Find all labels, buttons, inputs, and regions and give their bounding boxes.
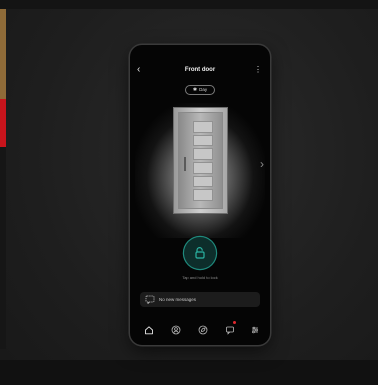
message-icon bbox=[145, 295, 155, 304]
messages-card[interactable]: No new messages bbox=[140, 292, 260, 307]
nav-profile[interactable] bbox=[171, 322, 181, 335]
nav-settings[interactable] bbox=[250, 322, 260, 334]
more-options-icon[interactable]: ⋮ bbox=[254, 63, 262, 77]
door-panel bbox=[178, 112, 223, 209]
top-bezel bbox=[0, 0, 378, 9]
notifications-icon bbox=[226, 326, 234, 335]
unlocked-padlock-icon bbox=[195, 247, 205, 259]
page-title: Front door bbox=[184, 67, 216, 73]
nav-notifications[interactable] bbox=[225, 321, 236, 335]
door-handle bbox=[184, 157, 186, 171]
door-glass-strip bbox=[193, 121, 213, 202]
mode-chip-label: Day bbox=[199, 87, 208, 92]
nav-home[interactable] bbox=[144, 322, 154, 335]
star-icon: ✱ bbox=[192, 87, 198, 93]
left-edge-red-panel bbox=[0, 99, 6, 147]
home-icon bbox=[145, 326, 153, 335]
door-image[interactable] bbox=[173, 107, 228, 214]
messages-text: No new messages bbox=[159, 297, 197, 302]
user-icon bbox=[171, 325, 181, 335]
lock-hint-text: Tap and hold to lock bbox=[182, 275, 218, 280]
leaf-icon bbox=[198, 325, 208, 335]
lock-button[interactable] bbox=[184, 237, 216, 269]
bottom-bezel bbox=[0, 360, 378, 385]
left-edge-gold-panel bbox=[0, 9, 6, 99]
notification-badge bbox=[233, 321, 236, 324]
settings-icon bbox=[252, 326, 258, 334]
next-door-chevron-icon[interactable]: › bbox=[260, 157, 264, 171]
app-header: ‹ Front door ⋮ bbox=[130, 63, 270, 77]
mode-chip[interactable]: ✱ Day bbox=[185, 85, 215, 95]
nav-eco[interactable] bbox=[198, 322, 208, 335]
phone-screen: ‹ Front door ⋮ ✱ Day › Tap and hold to lo… bbox=[130, 45, 270, 345]
bottom-navigation bbox=[130, 317, 270, 337]
